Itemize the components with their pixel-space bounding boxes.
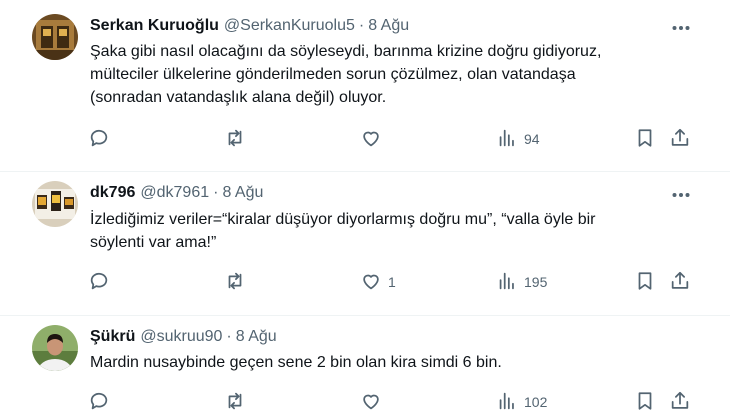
share-icon — [669, 270, 691, 295]
user-handle[interactable]: @sukruu90 — [140, 328, 222, 346]
tweet-3[interactable]: Şükrü @sukruu90 · 8 Ağu Mardin nusaybind… — [0, 316, 730, 420]
like-icon — [360, 390, 382, 415]
reply-icon — [88, 270, 110, 295]
retweet-button[interactable] — [224, 389, 246, 415]
like-icon — [360, 270, 382, 295]
reply-button[interactable] — [88, 126, 110, 152]
separator-dot: · — [226, 328, 232, 345]
timestamp[interactable]: 8 Ağu — [368, 17, 409, 35]
tweet-text: İzlediğimiz veriler=“kiralar düşüyor diy… — [90, 208, 710, 254]
bookmark-button[interactable] — [634, 126, 656, 152]
like-button[interactable]: 1 — [360, 269, 396, 295]
views-button[interactable]: 102 — [496, 389, 547, 415]
display-name[interactable]: Serkan Kuruoğlu — [90, 17, 219, 35]
reply-icon — [88, 127, 110, 152]
retweet-icon — [224, 127, 246, 152]
tweet-header: Serkan Kuruoğlu @SerkanKuruolu5 · 8 Ağu — [90, 15, 409, 37]
separator-dot: · — [213, 184, 219, 201]
tweet-text: Şaka gibi nasıl olacağını da söyleseydi,… — [90, 40, 710, 109]
views-count: 94 — [524, 131, 540, 147]
views-icon — [496, 270, 518, 295]
tweet-text-line: İzlediğimiz veriler=“kiralar düşüyor diy… — [90, 211, 596, 228]
share-button[interactable] — [669, 389, 691, 415]
tweet-header: Şükrü @sukruu90 · 8 Ağu — [90, 326, 277, 348]
like-button[interactable] — [360, 389, 388, 415]
avatar[interactable] — [32, 325, 78, 371]
retweet-button[interactable] — [224, 269, 246, 295]
reply-button[interactable] — [88, 269, 110, 295]
tweet-1[interactable]: Serkan Kuruoğlu @SerkanKuruolu5 · 8 Ağu … — [0, 0, 730, 172]
like-icon — [360, 127, 382, 152]
user-handle[interactable]: @dk7961 — [140, 184, 209, 202]
tweet-text-line: söylenti var ama!” — [90, 234, 217, 251]
tweet-text-line: Şaka gibi nasıl olacağını da söyleseydi,… — [90, 43, 602, 60]
tweet-text: Mardin nusaybinde geçen sene 2 bin olan … — [90, 351, 710, 374]
bookmark-button[interactable] — [634, 389, 656, 415]
separator-dot: · — [358, 17, 365, 34]
timestamp[interactable]: 8 Ağu — [222, 184, 263, 202]
retweet-icon — [224, 270, 246, 295]
user-handle[interactable]: @SerkanKuruolu5 — [224, 17, 355, 35]
views-count: 195 — [524, 274, 548, 290]
tweet-text-line: Mardin nusaybinde geçen sene 2 bin olan … — [90, 354, 502, 371]
bookmark-button[interactable] — [634, 269, 656, 295]
like-button[interactable] — [360, 126, 388, 152]
share-icon — [669, 127, 691, 152]
display-name[interactable]: Şükrü — [90, 328, 135, 346]
reply-button[interactable] — [88, 389, 110, 415]
tweet-2[interactable]: dk796 @dk7961 · 8 Ağu İzlediğimiz verile… — [0, 172, 730, 315]
views-button[interactable]: 195 — [496, 269, 547, 295]
share-button[interactable] — [669, 126, 691, 152]
timestamp[interactable]: 8 Ağu — [236, 328, 277, 346]
avatar[interactable] — [32, 181, 78, 227]
tweet-text-line: (sonradan vatandaşlık alana değil) oluyo… — [90, 89, 387, 106]
action-bar: 1 195 — [0, 269, 730, 295]
share-button[interactable] — [669, 269, 691, 295]
avatar[interactable] — [32, 14, 78, 60]
tweet-header: dk796 @dk7961 · 8 Ağu — [90, 182, 263, 204]
retweet-icon — [224, 390, 246, 415]
views-button[interactable]: 94 — [496, 126, 540, 152]
bookmark-icon — [634, 390, 656, 415]
share-icon — [669, 390, 691, 415]
bookmark-icon — [634, 127, 656, 152]
more-icon[interactable] — [670, 184, 692, 206]
like-count: 1 — [388, 274, 396, 290]
views-count: 102 — [524, 394, 548, 410]
bookmark-icon — [634, 270, 656, 295]
action-bar: 102 — [0, 389, 730, 415]
action-bar: 94 — [0, 126, 730, 152]
tweet-text-line: mülteciler ülkelerine gönderilmeden soru… — [90, 66, 576, 83]
retweet-button[interactable] — [224, 126, 246, 152]
display-name[interactable]: dk796 — [90, 184, 135, 202]
more-icon[interactable] — [670, 17, 692, 39]
reply-icon — [88, 390, 110, 415]
views-icon — [496, 390, 518, 415]
views-icon — [496, 127, 518, 152]
